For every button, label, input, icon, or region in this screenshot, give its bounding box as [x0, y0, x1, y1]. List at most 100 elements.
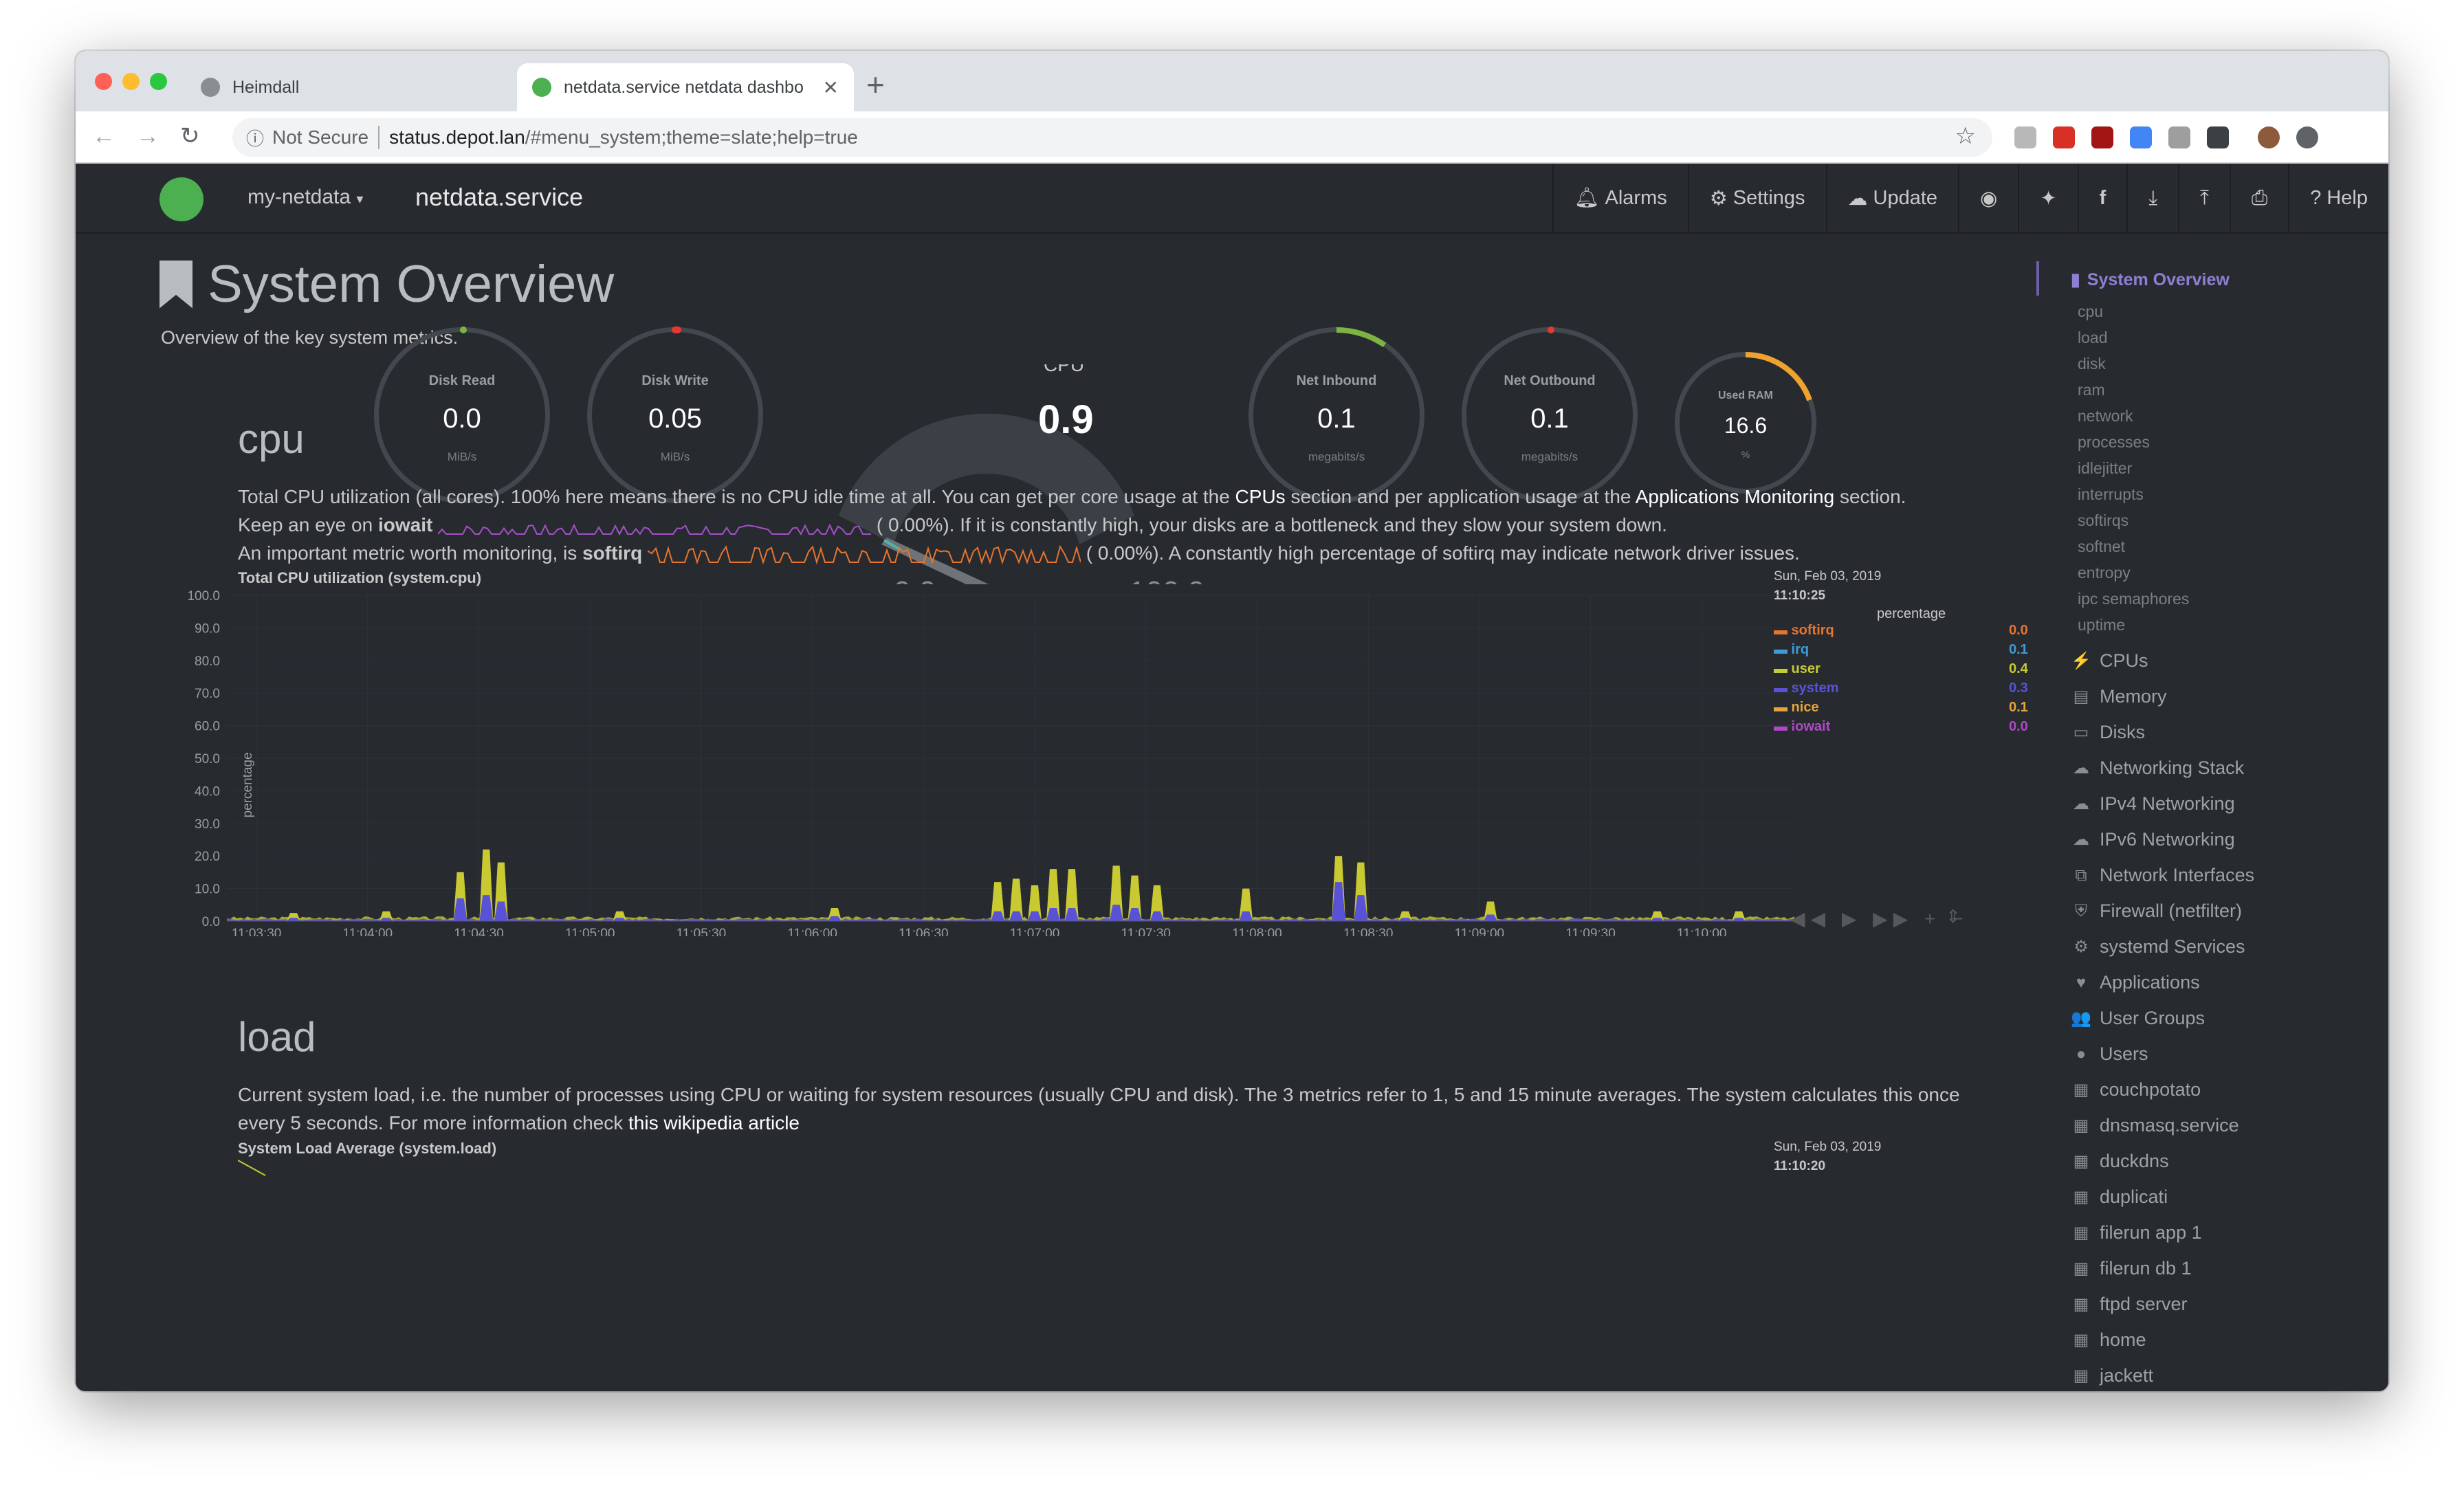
sidebar-subitem-interrupts[interactable]: interrupts [2078, 485, 2144, 504]
github-button[interactable]: ◉ [1958, 164, 2018, 232]
help-button[interactable]: ? Help [2288, 164, 2388, 232]
sidebar-subitem-uptime[interactable]: uptime [2078, 616, 2125, 634]
sidebar-subitem-network[interactable]: network [2078, 407, 2133, 425]
sidebar-item-memory[interactable]: ▤ Memory [2071, 686, 2167, 707]
twitter-icon: ✦ [2040, 187, 2057, 210]
wikipedia-link[interactable]: this wikipedia article [628, 1112, 800, 1133]
sidebar-item-jackett[interactable]: ▦ jackett [2071, 1365, 2153, 1386]
upload-icon: ⤒ [2200, 186, 2209, 209]
maximize-window-button[interactable] [150, 73, 167, 90]
sidebar-item-dnsmasq-service[interactable]: ▦ dnsmasq.service [2071, 1115, 2239, 1136]
download-button[interactable]: ⤓ [2126, 164, 2178, 232]
sidebar-item-ftpd-server[interactable]: ▦ ftpd server [2071, 1294, 2188, 1315]
sidebar-item-home[interactable]: ▦ home [2071, 1329, 2146, 1351]
sidebar-subitem-processes[interactable]: processes [2078, 433, 2150, 452]
sidebar-item-disks[interactable]: ▭ Disks [2071, 722, 2145, 743]
users-icon: 👥 [2071, 1009, 2091, 1028]
sidebar-item-duplicati[interactable]: ▦ duplicati [2071, 1186, 2168, 1208]
cpu-gauge-value: 0.9 [1038, 397, 1094, 442]
browser-tab-netdata[interactable]: netdata.service netdata dashbo ✕ [517, 63, 854, 111]
sidebar-item-ipv6-networking[interactable]: ☁ IPv6 Networking [2071, 829, 2235, 850]
sidebar-item-duckdns[interactable]: ▦ duckdns [2071, 1151, 2169, 1172]
chart-resize-handle[interactable]: ⇕ [1946, 906, 1961, 927]
chart-time: 11:10:20 [1774, 1159, 1826, 1173]
text: Keep an eye on [238, 514, 378, 535]
reload-icon[interactable]: ↻ [180, 121, 200, 151]
upload-button[interactable]: ⤒ [2178, 164, 2230, 232]
net-outbound-gauge[interactable]: Net Outbound 0.1 megabits/s [1462, 327, 1638, 503]
disk-read-gauge[interactable]: Disk Read 0.0 MiB/s [374, 327, 550, 503]
sidebar-subitem-softnet[interactable]: softnet [2078, 538, 2125, 556]
extension-icon[interactable] [2014, 126, 2036, 148]
sidebar-subitem-ipc-semaphores[interactable]: ipc semaphores [2078, 590, 2189, 608]
x-tick-label: 11:05:00 [565, 927, 615, 936]
sidebar-item-user-groups[interactable]: 👥 User Groups [2071, 1008, 2205, 1029]
chart-pan-zoom-controls[interactable]: ◀◀ ▶ ▶▶ + − [1790, 907, 1969, 930]
net-inbound-gauge[interactable]: Net Inbound 0.1 megabits/s [1248, 327, 1424, 503]
settings-button[interactable]: ⚙ Settings [1687, 164, 1826, 232]
section-title-load: load [238, 1014, 316, 1060]
url-path: /#menu_system;theme=slate;help=true [525, 126, 858, 148]
sidebar-item-systemd-services[interactable]: ⚙ systemd Services [2071, 936, 2245, 958]
grid-icon: ▦ [2073, 1152, 2089, 1171]
sidebar-item-networking-stack[interactable]: ☁ Networking Stack [2071, 757, 2244, 779]
y-tick-label: 80.0 [195, 654, 220, 669]
cpu-chart[interactable]: 100.0 90.0 80.0 70.0 60.0 50.0 40.0 30.0 20.0 10.… [165, 579, 1849, 936]
translate-icon[interactable] [2130, 126, 2152, 148]
sidebar-item-firewall-netfilter-[interactable]: ⛨ Firewall (netfilter) [2071, 900, 2242, 922]
new-tab-button[interactable]: + [866, 67, 885, 102]
applications-monitoring-link[interactable]: Applications Monitoring [1636, 486, 1835, 507]
cpus-link[interactable]: CPUs [1235, 486, 1286, 507]
close-window-button[interactable] [95, 73, 112, 90]
netdata-logo[interactable] [160, 177, 204, 221]
twitter-button[interactable]: ✦ [2018, 164, 2077, 232]
text: section. [1834, 486, 1906, 507]
used-ram-gauge[interactable]: Used RAM 16.6 % [1675, 352, 1816, 494]
bookmark-star-icon[interactable]: ☆ [1955, 122, 1976, 150]
sidebar-item-network-interfaces[interactable]: ⧉ Network Interfaces [2071, 865, 2254, 886]
sidebar-item-ipv4-networking[interactable]: ☁ IPv4 Networking [2071, 793, 2235, 815]
legend-value-softirq: 0.0 [2009, 623, 2028, 638]
sidebar-subitem-softirqs[interactable]: softirqs [2078, 511, 2128, 530]
sidebar-item-cpus[interactable]: ⚡ CPUs [2071, 650, 2148, 672]
sidebar-subitem-ram[interactable]: ram [2078, 381, 2105, 399]
sidebar-item-applications[interactable]: ♥ Applications [2071, 972, 2200, 993]
x-tick-label: 11:03:30 [232, 927, 282, 936]
back-icon[interactable]: ← [92, 121, 116, 151]
ublock-icon[interactable] [2091, 126, 2113, 148]
update-icon[interactable] [2296, 126, 2318, 148]
grid-icon: ▦ [2073, 1367, 2089, 1385]
text: ( 0.00%). A constantly high percentage o… [1080, 542, 1800, 564]
extension-icon[interactable] [2053, 126, 2075, 148]
sidebar-item-filerun-app-1[interactable]: ▦ filerun app 1 [2071, 1222, 2202, 1243]
disk-write-gauge[interactable]: Disk Write 0.05 MiB/s [587, 327, 763, 503]
sidebar-subitem-load[interactable]: load [2078, 329, 2107, 347]
minimize-window-button[interactable] [122, 73, 140, 90]
sidebar-subitem-entropy[interactable]: entropy [2078, 564, 2131, 582]
sidebar-item-label: filerun app 1 [2100, 1222, 2202, 1243]
sidebar-item-system-overview[interactable]: ▮ System Overview [2071, 269, 2230, 290]
sidebar-subitem-disk[interactable]: disk [2078, 355, 2106, 373]
grid-icon: ▦ [2073, 1188, 2089, 1206]
sidebar-item-couchpotato[interactable]: ▦ couchpotato [2071, 1079, 2201, 1101]
pocket-icon[interactable] [2207, 126, 2229, 148]
close-tab-icon[interactable]: ✕ [823, 76, 839, 99]
sidebar-subitem-idlejitter[interactable]: idlejitter [2078, 459, 2132, 478]
update-button[interactable]: ☁ Update [1825, 164, 1959, 232]
print-button[interactable]: ⎙ [2230, 164, 2288, 232]
sidebar-item-filerun-db-1[interactable]: ▦ filerun db 1 [2071, 1258, 2192, 1279]
print-icon: ⎙ [2252, 186, 2268, 209]
alarms-button[interactable]: 🔔︎ Alarms [1552, 164, 1688, 232]
x-tick-label: 11:08:30 [1343, 927, 1394, 936]
sidebar-item-users[interactable]: ● Users [2071, 1043, 2148, 1065]
extension-icon[interactable] [2168, 126, 2190, 148]
address-bar[interactable]: ⓘ Not Secure status.depot.lan /#menu_sys… [232, 118, 1992, 157]
gauge-unit: megabits/s [1521, 450, 1578, 463]
facebook-button[interactable]: f [2077, 164, 2127, 232]
text: Total CPU utilization (all cores). 100% … [238, 486, 1235, 507]
forward-icon[interactable]: → [136, 121, 160, 151]
sidebar-subitem-cpu[interactable]: cpu [2078, 302, 2103, 321]
host-menu[interactable]: my-netdata ▾ [248, 186, 363, 209]
profile-avatar[interactable] [2258, 126, 2280, 148]
tab-strip: Heimdall ✕ netdata.service netdata dashb… [76, 51, 2388, 111]
